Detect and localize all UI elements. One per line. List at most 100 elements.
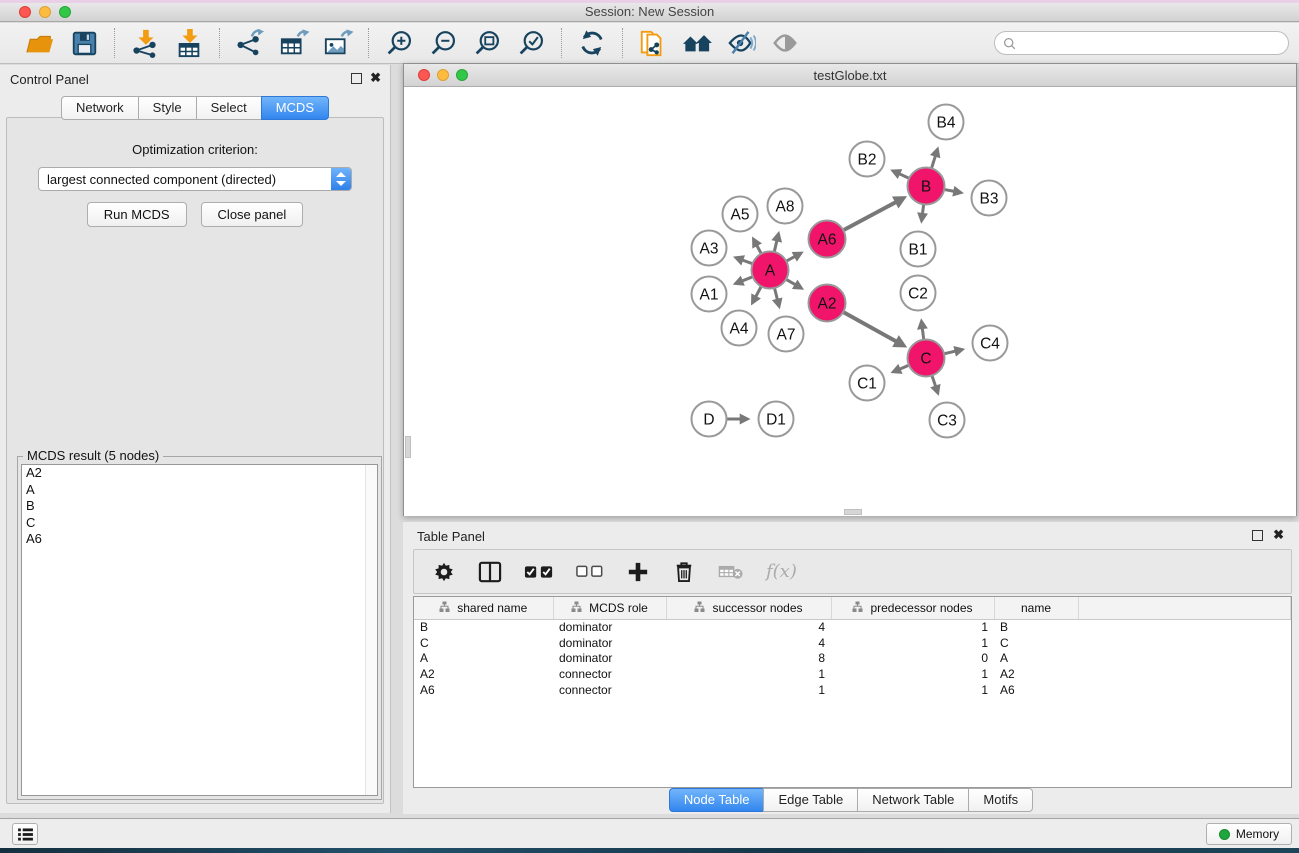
edge-A-A7[interactable] bbox=[775, 288, 778, 299]
canvas-vertical-scroll-thumb[interactable] bbox=[405, 436, 411, 458]
table-row[interactable]: Adominator80A bbox=[414, 651, 1291, 667]
node-A7[interactable]: A7 bbox=[769, 317, 804, 352]
search-input[interactable] bbox=[1016, 36, 1288, 50]
edge-C-C3[interactable] bbox=[932, 376, 936, 387]
node-C4[interactable]: C4 bbox=[973, 326, 1008, 361]
export-image-icon[interactable] bbox=[320, 26, 356, 60]
tab-motifs[interactable]: Motifs bbox=[968, 788, 1033, 812]
node-A8[interactable]: A8 bbox=[768, 189, 803, 224]
mcds-result-item[interactable]: A bbox=[22, 482, 377, 499]
column-header-name[interactable]: name bbox=[994, 597, 1078, 619]
zoom-out-icon[interactable] bbox=[425, 26, 461, 60]
delete-table-icon[interactable] bbox=[718, 557, 744, 587]
node-B3[interactable]: B3 bbox=[972, 181, 1007, 216]
edge-C-C2[interactable] bbox=[922, 328, 923, 339]
edge-A-A5[interactable] bbox=[757, 245, 761, 253]
edge-B-B3[interactable] bbox=[945, 190, 955, 192]
zoom-fit-icon[interactable] bbox=[469, 26, 505, 60]
import-table-icon[interactable] bbox=[171, 26, 207, 60]
column-header-shared-name[interactable]: shared name bbox=[414, 597, 553, 619]
tab-edge-table[interactable]: Edge Table bbox=[763, 788, 857, 812]
table-row[interactable]: A2connector11A2 bbox=[414, 666, 1291, 682]
create-column-icon[interactable] bbox=[626, 557, 650, 587]
node-B2[interactable]: B2 bbox=[850, 142, 885, 177]
node-D1[interactable]: D1 bbox=[759, 402, 794, 437]
edge-A6-B[interactable] bbox=[844, 202, 896, 230]
edge-A-A4[interactable] bbox=[756, 287, 761, 297]
function-builder-icon[interactable]: f(x) bbox=[766, 557, 797, 587]
node-A3[interactable]: A3 bbox=[692, 231, 727, 266]
node-C2[interactable]: C2 bbox=[901, 276, 936, 311]
edge-C-C1[interactable] bbox=[900, 365, 909, 369]
node-A2[interactable]: A2 bbox=[809, 285, 846, 322]
column-header-mcds-role[interactable]: MCDS role bbox=[553, 597, 666, 619]
mcds-result-item[interactable]: C bbox=[22, 515, 377, 532]
mcds-result-item[interactable]: B bbox=[22, 498, 377, 515]
zoom-in-icon[interactable] bbox=[381, 26, 417, 60]
edge-A-A1[interactable] bbox=[742, 277, 752, 281]
network-canvas[interactable]: A A1 A2 A3 A4 A5 A6 A7 A8 B B1 B2 B3 B4 C C1 C2 C3 C4 D D1 bbox=[404, 88, 1296, 516]
table-row[interactable]: A6connector11A6 bbox=[414, 682, 1291, 698]
edge-B-B1[interactable] bbox=[922, 205, 923, 214]
table-settings-icon[interactable] bbox=[432, 557, 456, 587]
mcds-result-item[interactable]: A2 bbox=[22, 465, 377, 482]
memory-button[interactable]: Memory bbox=[1206, 823, 1292, 845]
close-panel-button[interactable]: Close panel bbox=[201, 202, 304, 227]
table-row[interactable]: Bdominator41B bbox=[414, 619, 1291, 635]
import-network-icon[interactable] bbox=[127, 26, 163, 60]
tab-style[interactable]: Style bbox=[138, 96, 196, 120]
home-icon[interactable] bbox=[679, 26, 715, 60]
edge-B-B4[interactable] bbox=[932, 156, 936, 168]
tab-node-table[interactable]: Node Table bbox=[669, 788, 764, 812]
node-A6[interactable]: A6 bbox=[809, 221, 846, 258]
save-session-icon[interactable] bbox=[66, 26, 102, 60]
export-network-icon[interactable] bbox=[232, 26, 268, 60]
node-C[interactable]: C bbox=[908, 340, 945, 377]
edge-A-A3[interactable] bbox=[742, 260, 752, 264]
select-all-icon[interactable] bbox=[524, 557, 554, 587]
edge-A-A8[interactable] bbox=[774, 240, 777, 251]
result-list-scrollbar[interactable] bbox=[365, 465, 377, 795]
node-A4[interactable]: A4 bbox=[722, 311, 757, 346]
edge-A-A6[interactable] bbox=[787, 256, 795, 261]
hide-graphics-details-icon[interactable] bbox=[723, 26, 759, 60]
canvas-horizontal-scroll-thumb[interactable] bbox=[844, 509, 862, 515]
node-C1[interactable]: C1 bbox=[850, 366, 885, 401]
tab-network-table[interactable]: Network Table bbox=[857, 788, 968, 812]
zoom-selected-icon[interactable] bbox=[513, 26, 549, 60]
edge-A2-C[interactable] bbox=[844, 312, 897, 341]
node-B[interactable]: B bbox=[908, 168, 945, 205]
edge-A-A2[interactable] bbox=[786, 280, 795, 285]
node-A5[interactable]: A5 bbox=[723, 197, 758, 232]
unselect-all-icon[interactable] bbox=[576, 557, 604, 587]
run-mcds-button[interactable]: Run MCDS bbox=[87, 202, 187, 227]
show-graphics-details-icon[interactable] bbox=[767, 26, 803, 60]
tab-network[interactable]: Network bbox=[61, 96, 138, 120]
node-A1[interactable]: A1 bbox=[692, 277, 727, 312]
node-D[interactable]: D bbox=[692, 402, 727, 437]
delete-columns-icon[interactable] bbox=[672, 557, 696, 587]
search-field[interactable] bbox=[994, 31, 1289, 55]
task-history-button[interactable] bbox=[12, 823, 38, 845]
node-A[interactable]: A bbox=[752, 252, 789, 289]
open-session-icon[interactable] bbox=[22, 26, 58, 60]
tab-mcds[interactable]: MCDS bbox=[261, 96, 329, 120]
tab-select[interactable]: Select bbox=[196, 96, 261, 120]
column-header-predecessor-nodes[interactable]: predecessor nodes bbox=[831, 597, 994, 619]
table-row[interactable]: Cdominator41C bbox=[414, 635, 1291, 651]
edge-B-B2[interactable] bbox=[899, 174, 909, 178]
node-C3[interactable]: C3 bbox=[930, 403, 965, 438]
refresh-icon[interactable] bbox=[574, 26, 610, 60]
node-B4[interactable]: B4 bbox=[929, 105, 964, 140]
node-B1[interactable]: B1 bbox=[901, 232, 936, 267]
float-panel-icon[interactable] bbox=[351, 73, 362, 84]
criterion-select[interactable]: largest connected component (directed) bbox=[38, 167, 352, 191]
column-header-successor-nodes[interactable]: successor nodes bbox=[666, 597, 831, 619]
close-panel-icon[interactable]: ✖ bbox=[370, 71, 381, 85]
close-table-panel-icon[interactable]: ✖ bbox=[1273, 528, 1284, 542]
mcds-result-item[interactable]: A6 bbox=[22, 531, 377, 548]
float-table-panel-icon[interactable] bbox=[1252, 530, 1263, 541]
export-table-icon[interactable] bbox=[276, 26, 312, 60]
network-from-document-icon[interactable] bbox=[635, 26, 671, 60]
edge-C-C4[interactable] bbox=[944, 351, 955, 354]
